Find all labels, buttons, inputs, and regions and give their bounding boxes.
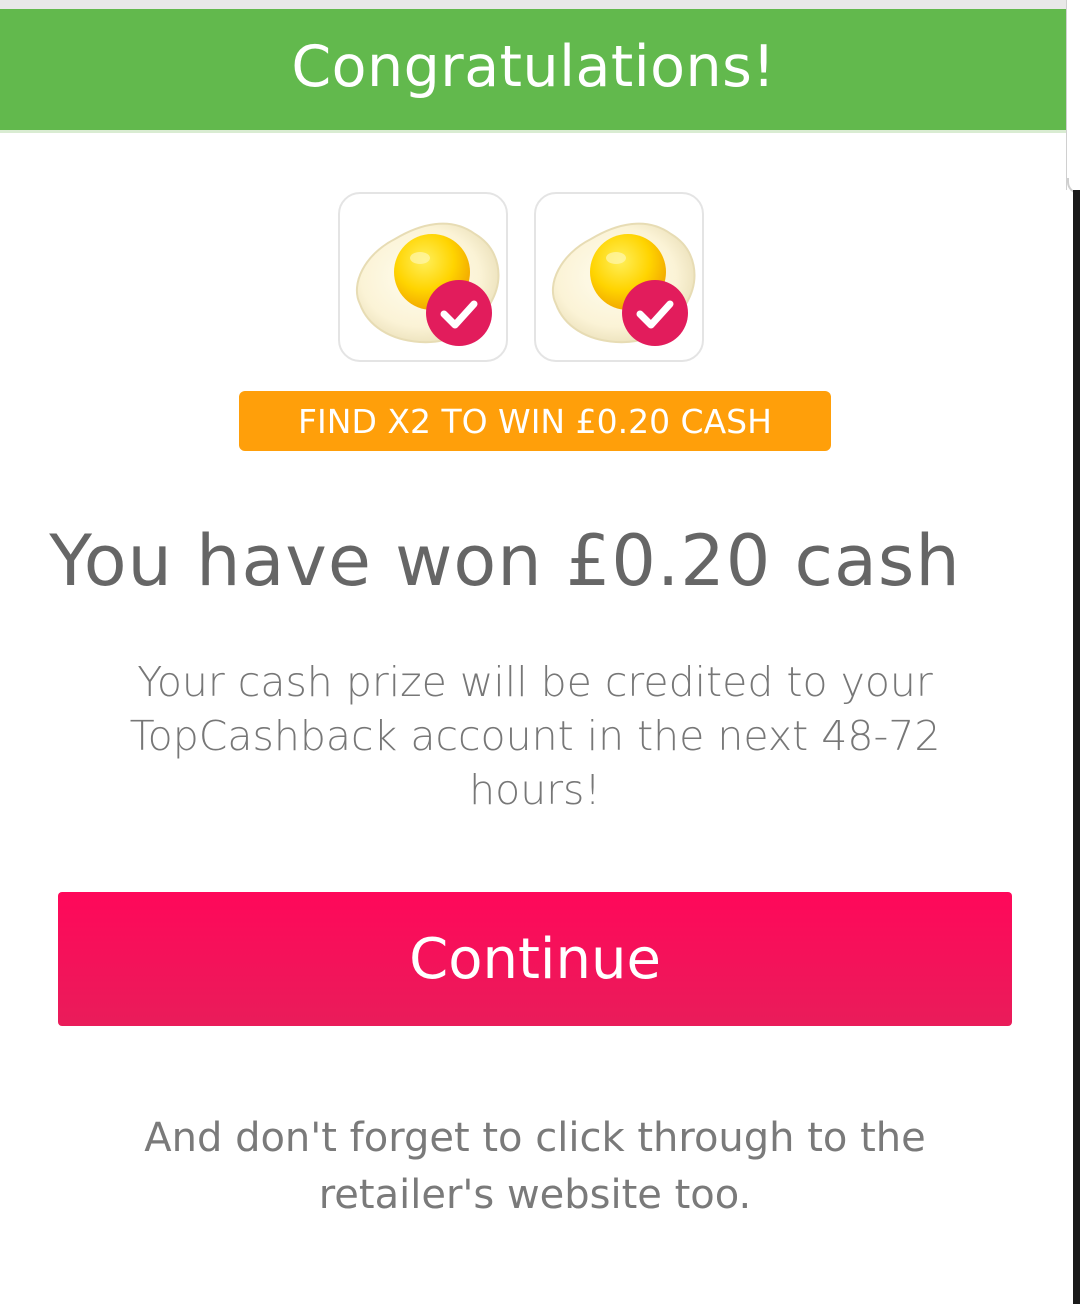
prize-message: Your cash prize will be credited to your…	[129, 658, 941, 814]
footer-note: And don't forget to click through to the…	[144, 1115, 926, 1218]
check-badge-icon	[622, 280, 688, 346]
top-strip	[0, 0, 1080, 9]
header-title: Congratulations!	[291, 33, 776, 100]
find-banner: FIND X2 TO WIN £0.20 CASH	[239, 391, 831, 451]
right-edge-outline	[1066, 0, 1067, 190]
found-tile	[338, 192, 508, 362]
continue-button[interactable]: Continue	[58, 892, 1012, 1026]
congratulations-header: Congratulations!	[0, 9, 1067, 130]
found-tile	[534, 192, 704, 362]
found-tiles	[338, 192, 704, 362]
right-edge-dark	[1073, 190, 1080, 1304]
won-title: You have won £0.20 cash	[49, 520, 961, 602]
header-underline	[0, 130, 1067, 133]
check-badge-icon	[426, 280, 492, 346]
